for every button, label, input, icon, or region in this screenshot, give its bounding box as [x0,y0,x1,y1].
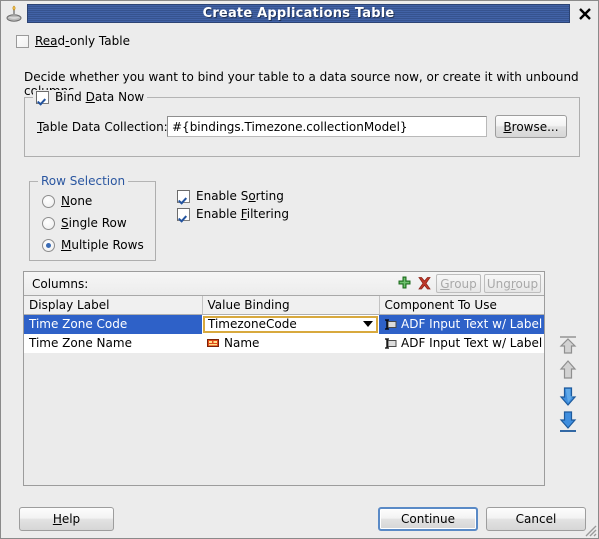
table-data-collection-value: #{bindings.Timezone.collectionModel} [172,119,408,134]
row-selection-label-multiple-rows: Multiple Rows [61,238,144,252]
continue-button-label: Continue [401,512,455,526]
bind-data-now-label: Bind Data Now [55,90,145,104]
read-only-checkbox-box [16,34,29,48]
table-data-collection-label: Table Data Collection: [37,120,168,134]
help-button-label: Help [52,512,81,526]
cell-value-binding[interactable]: TimezoneCode [202,314,379,334]
table-row[interactable]: Time Zone Code TimezoneCode ADF Input Te… [24,314,544,334]
input-text-label-icon [384,318,397,331]
move-to-bottom-button[interactable] [554,409,582,435]
columns-table-header-row: Display Label Value Binding Component To… [24,296,544,315]
cell-component-to-use[interactable]: ADF Input Text w/ Label [379,314,544,334]
columns-label: Columns: [32,276,89,291]
cancel-button[interactable]: Cancel [486,507,586,531]
cell-component-to-use[interactable]: ADF Input Text w/ Label [379,333,544,353]
value-binding-dropdown[interactable]: TimezoneCode [203,315,378,333]
row-selection-option-multiple-rows[interactable]: Multiple Rows [42,238,144,252]
window-title: Create Applications Table [202,6,395,21]
cell-display-label[interactable]: Time Zone Name [24,333,202,353]
input-text-label-icon [384,337,397,350]
group-button[interactable]: Group [436,274,481,293]
reorder-button-column [553,331,583,435]
columns-table: Display Label Value Binding Component To… [24,296,544,353]
columns-panel: Columns: Group Ungroup Display Label Val… [23,271,545,486]
move-down-button[interactable] [554,383,582,409]
enable-filtering-checkbox[interactable]: Enable Filtering [177,207,289,221]
bind-data-now-checkbox-box [36,90,49,104]
browse-button-label: Browse... [503,119,559,134]
ungroup-button-label: Ungroup [486,276,539,291]
columns-table-empty-area [24,352,544,485]
enable-sorting-checkbox[interactable]: Enable Sorting [177,189,284,203]
row-selection-group: Row Selection None Single Row Multiple R… [29,174,156,261]
radio-single-row [42,216,55,230]
read-only-table-checkbox[interactable]: Read-only Table [16,34,130,48]
create-applications-table-dialog: Create Applications Table Read-only Tabl… [0,0,599,539]
delete-x-icon[interactable] [414,274,434,293]
enable-sorting-checkbox-box [177,189,190,203]
resize-grip[interactable] [583,523,597,537]
column-header-display-label[interactable]: Display Label [24,296,203,315]
component-to-use-value-1: ADF Input Text w/ Label [401,336,543,350]
chevron-down-icon [363,321,373,327]
java-bean-icon [3,3,25,25]
radio-multiple-rows [42,238,55,252]
cell-display-label[interactable]: Time Zone Code [24,314,202,334]
continue-button[interactable]: Continue [378,507,478,531]
bind-data-now-group: Bind Data Now Table Data Collection: #{b… [24,90,580,157]
row-selection-label-single-row: Single Row [61,216,127,230]
columns-panel-header: Columns: Group Ungroup [24,272,544,296]
cancel-button-label: Cancel [515,512,557,526]
enable-filtering-checkbox-box [177,207,190,221]
table-data-collection-input[interactable]: #{bindings.Timezone.collectionModel} [167,116,487,137]
component-to-use-value-0: ADF Input Text w/ Label [401,317,543,331]
enable-sorting-label: Enable Sorting [196,189,284,203]
table-row[interactable]: Time Zone Name Name ADF Input Text w/ La… [24,333,544,353]
column-header-component-to-use[interactable]: Component To Use [379,296,544,315]
row-selection-label-none: None [61,194,93,208]
ungroup-button[interactable]: Ungroup [484,274,541,293]
column-header-value-binding[interactable]: Value Binding [202,296,380,315]
help-button[interactable]: Help [19,507,114,531]
plus-icon[interactable] [394,274,414,293]
bind-data-now-checkbox[interactable]: Bind Data Now [33,90,148,104]
radio-none [42,194,55,208]
row-selection-title: Row Selection [38,174,129,188]
row-selection-option-single-row[interactable]: Single Row [42,216,127,230]
group-button-label: Group [440,276,477,291]
titlebar-strip: Create Applications Table [27,4,570,23]
close-icon[interactable] [572,2,598,26]
browse-button[interactable]: Browse... [495,115,567,138]
move-up-button[interactable] [554,357,582,383]
value-binding-value-1: Name [224,336,260,350]
row-selection-option-none[interactable]: None [42,194,92,208]
titlebar: Create Applications Table [1,1,598,26]
cell-value-binding[interactable]: Name [202,333,379,353]
enable-filtering-label: Enable Filtering [196,207,289,221]
move-to-top-button[interactable] [554,331,582,357]
value-binding-dropdown-value: TimezoneCode [208,317,297,331]
read-only-table-label: Read-only Table [35,34,130,48]
attribute-icon [207,338,220,348]
